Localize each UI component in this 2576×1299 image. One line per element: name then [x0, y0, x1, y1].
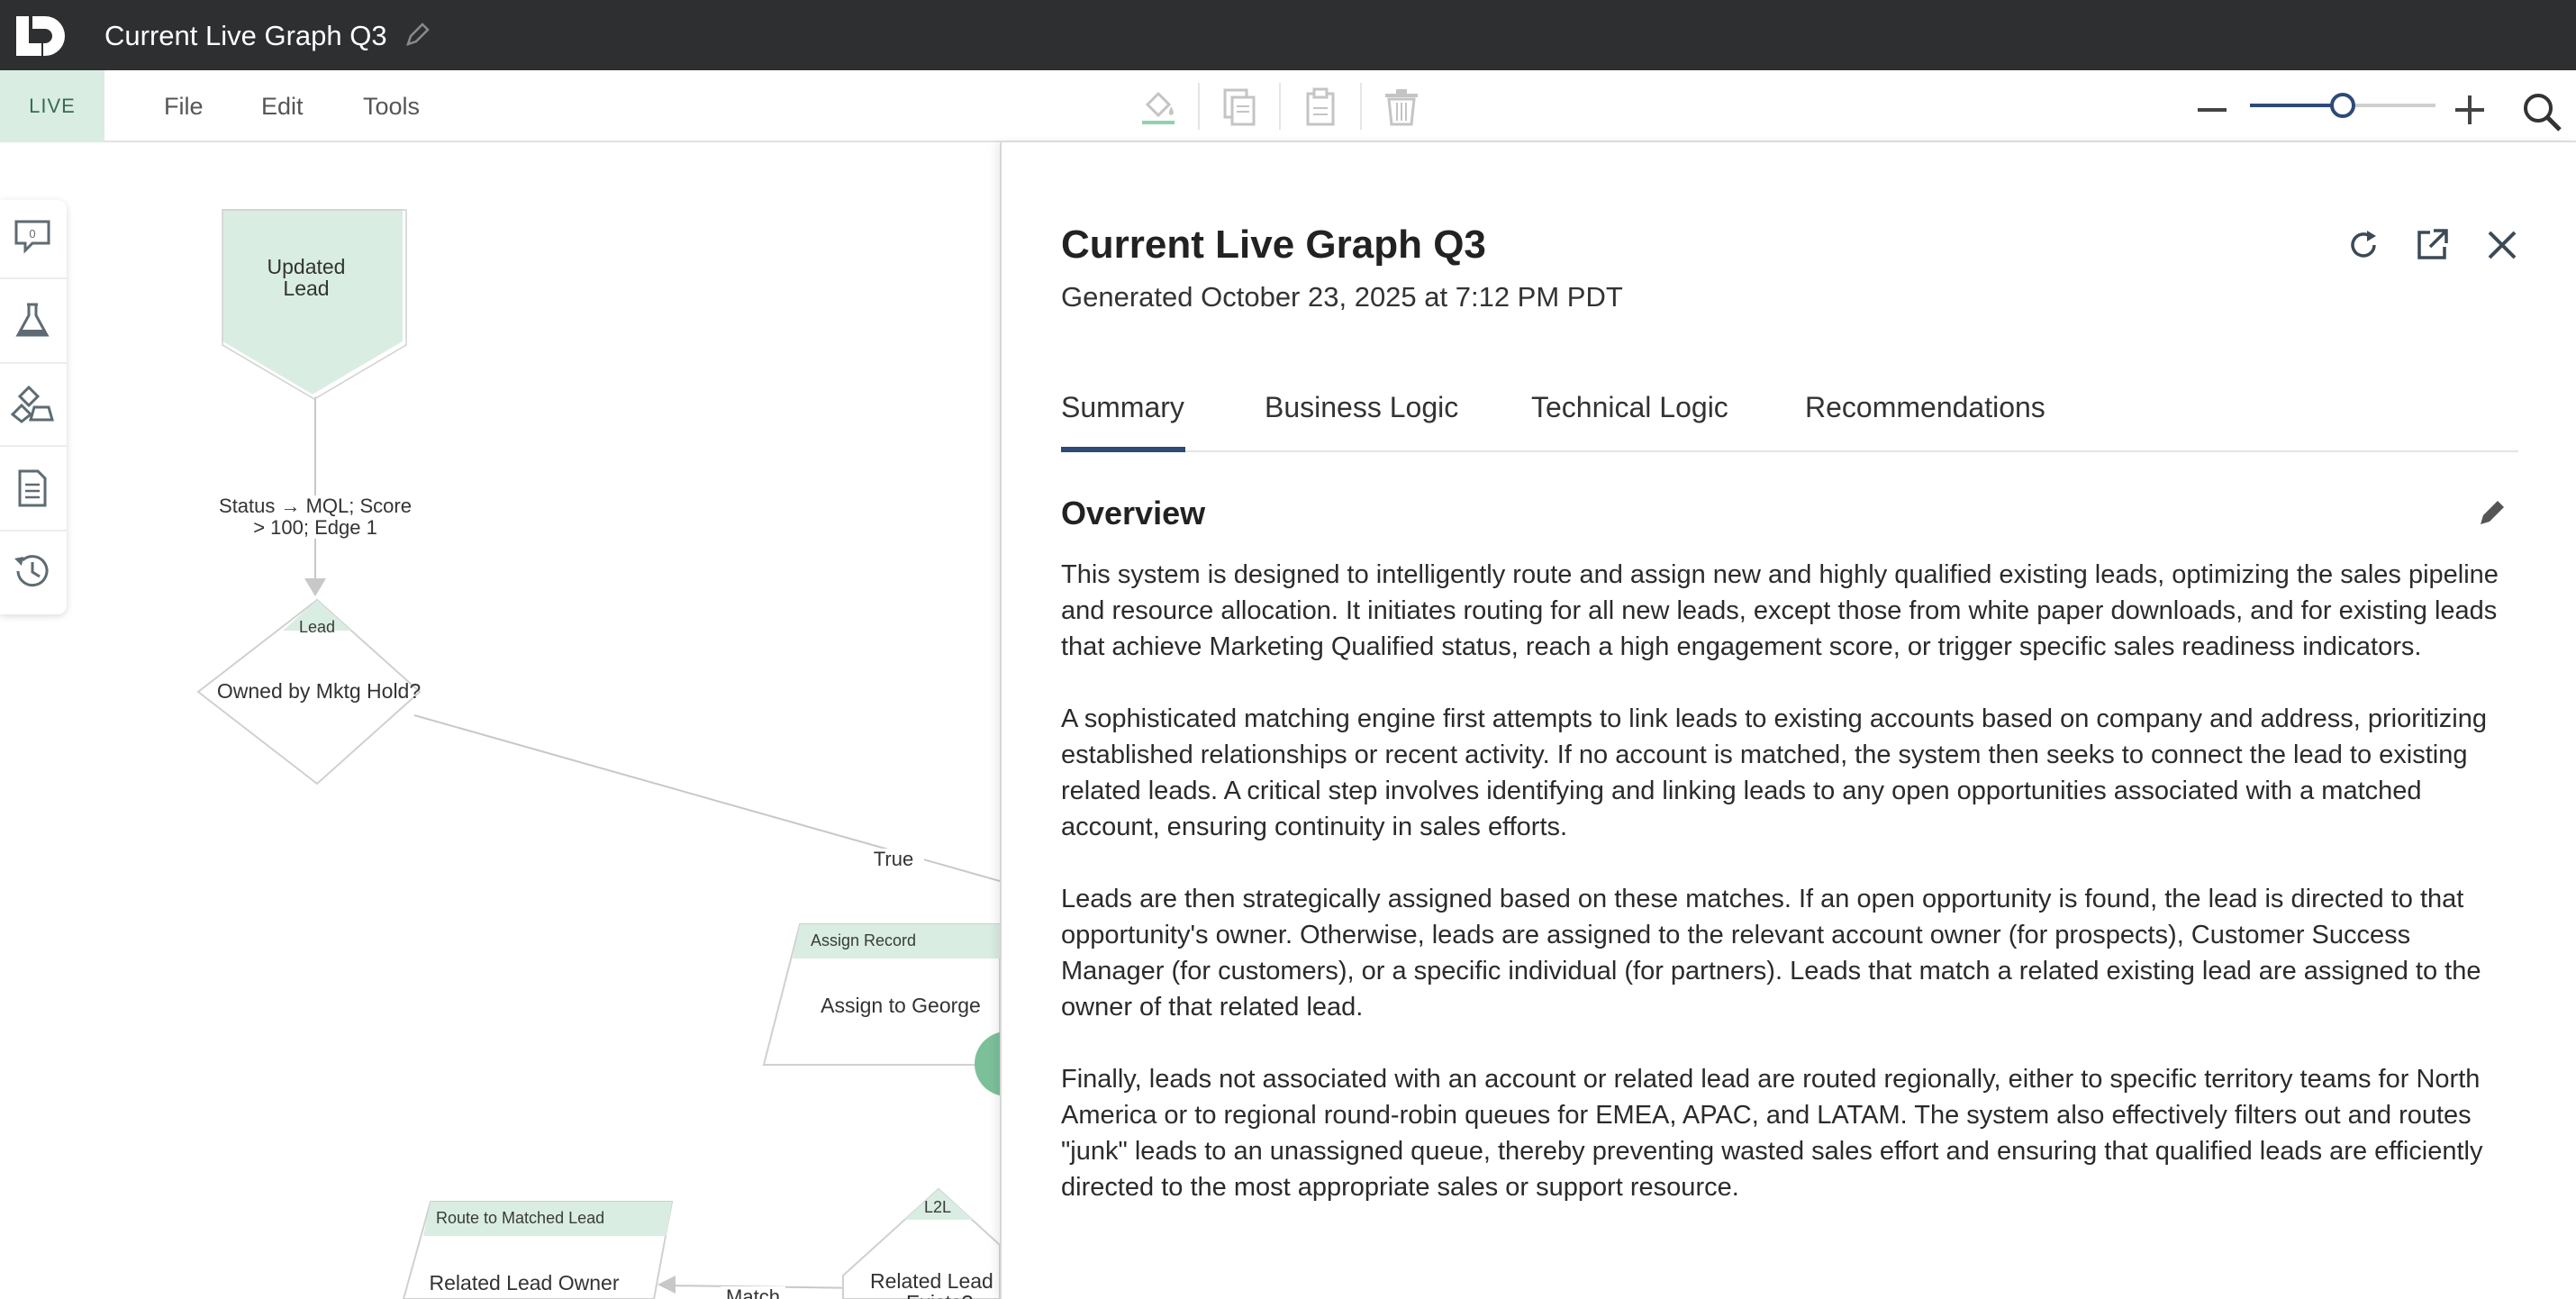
menu-edit[interactable]: Edit	[261, 90, 304, 123]
pencil-icon[interactable]	[404, 22, 431, 49]
panel-title: Current Live Graph Q3	[1061, 223, 1486, 267]
trash-icon[interactable]	[1378, 83, 1425, 130]
assign-tag: Assign Record	[811, 931, 917, 949]
overview-paragraph: Leads are then strategically assigned ba…	[1061, 885, 2481, 1022]
app-logo[interactable]	[13, 13, 68, 59]
overview-body: This system is designed to intelligently…	[1061, 557, 2520, 1241]
edge-arrow	[658, 1276, 676, 1294]
active-tab-indicator	[1061, 447, 1185, 452]
edge-arrow	[304, 578, 326, 596]
menu-tools[interactable]: Tools	[363, 90, 420, 123]
panel-tabs: Summary Business Logic Technical Logic R…	[1061, 387, 2518, 452]
document-icon[interactable]	[7, 463, 58, 513]
rail-divider	[0, 530, 67, 531]
refresh-icon[interactable]	[2342, 223, 2385, 267]
overview-title: Overview	[1061, 495, 1206, 531]
live-badge[interactable]: LIVE	[0, 70, 104, 142]
zoom-slider-handle[interactable]	[2330, 93, 2355, 118]
toolbar-divider	[1279, 83, 1281, 130]
zoom-slider-fill	[2250, 104, 2343, 107]
external-link-icon[interactable]	[2410, 223, 2454, 267]
tab-recommendations[interactable]: Recommendations	[1805, 387, 2045, 427]
rail-divider	[0, 362, 67, 364]
zoom-in-button[interactable]	[2452, 92, 2488, 128]
menu-bar: LIVE File Edit Tools	[0, 70, 2576, 142]
comment-count: 0	[29, 227, 35, 241]
trigger-label-2: Lead	[283, 277, 330, 300]
toolbar-divider	[1360, 83, 1362, 130]
zoom-slider[interactable]	[2250, 93, 2435, 118]
decision2-label-1: Related Lead	[870, 1269, 993, 1293]
trigger-label-1: Updated	[267, 255, 346, 278]
toolbar-divider	[1198, 83, 1200, 130]
zoom-out-button[interactable]	[2194, 92, 2230, 128]
flask-icon[interactable]	[7, 295, 58, 346]
left-rail: 0	[0, 200, 67, 614]
copy-icon[interactable]	[1216, 83, 1263, 130]
tab-business-logic[interactable]: Business Logic	[1265, 387, 1458, 427]
summary-panel: Current Live Graph Q3 Generated October …	[1000, 142, 2576, 1299]
trigger-node[interactable]	[219, 205, 407, 400]
clipboard-icon[interactable]	[1297, 83, 1344, 130]
paint-bucket-icon[interactable]	[1135, 83, 1182, 130]
overview-paragraph: Finally, leads not associated with an ac…	[1061, 1065, 2483, 1202]
comment-icon[interactable]: 0	[7, 211, 58, 261]
menu-file[interactable]: File	[164, 90, 204, 123]
overview-paragraph: This system is designed to intelligently…	[1061, 560, 2499, 661]
overview-paragraph: A sophisticated matching engine first at…	[1061, 704, 2487, 841]
rail-divider	[0, 445, 67, 447]
shapes-icon[interactable]	[7, 378, 58, 429]
rail-divider	[0, 277, 67, 279]
graph-canvas[interactable]: Updated Lead Status → MQL; Score > 100; …	[0, 142, 1000, 1299]
route-tag: Route to Matched Lead	[436, 1209, 605, 1227]
close-icon[interactable]	[2481, 223, 2524, 267]
title-bar: Current Live Graph Q3	[0, 0, 2576, 70]
tab-summary[interactable]: Summary	[1061, 387, 1184, 427]
assign-label: Assign to George	[821, 994, 981, 1017]
decision-tag: Lead	[298, 618, 336, 636]
graph-edges	[196, 205, 1000, 1299]
decision2-label-2: Exists?	[906, 1292, 996, 1299]
history-icon[interactable]	[7, 546, 58, 596]
edge-label-line-2: > 100; Edge 1	[209, 517, 422, 539]
app-title: Current Live Graph Q3	[104, 20, 387, 51]
pencil-icon[interactable]	[2475, 497, 2508, 530]
edge-label-match: Match	[721, 1286, 785, 1299]
route-label: Related Lead Owner	[429, 1271, 620, 1294]
search-icon[interactable]	[2520, 90, 2563, 133]
edge-label-true: True	[863, 849, 924, 870]
tab-technical-logic[interactable]: Technical Logic	[1531, 387, 1728, 427]
decision2-tag: L2L	[924, 1198, 952, 1216]
edge-label-line-1: Status → MQL; Score	[209, 495, 422, 517]
panel-subtitle: Generated October 23, 2025 at 7:12 PM PD…	[1061, 281, 1623, 313]
decision-label: Owned by Mktg Hold?	[216, 679, 422, 703]
